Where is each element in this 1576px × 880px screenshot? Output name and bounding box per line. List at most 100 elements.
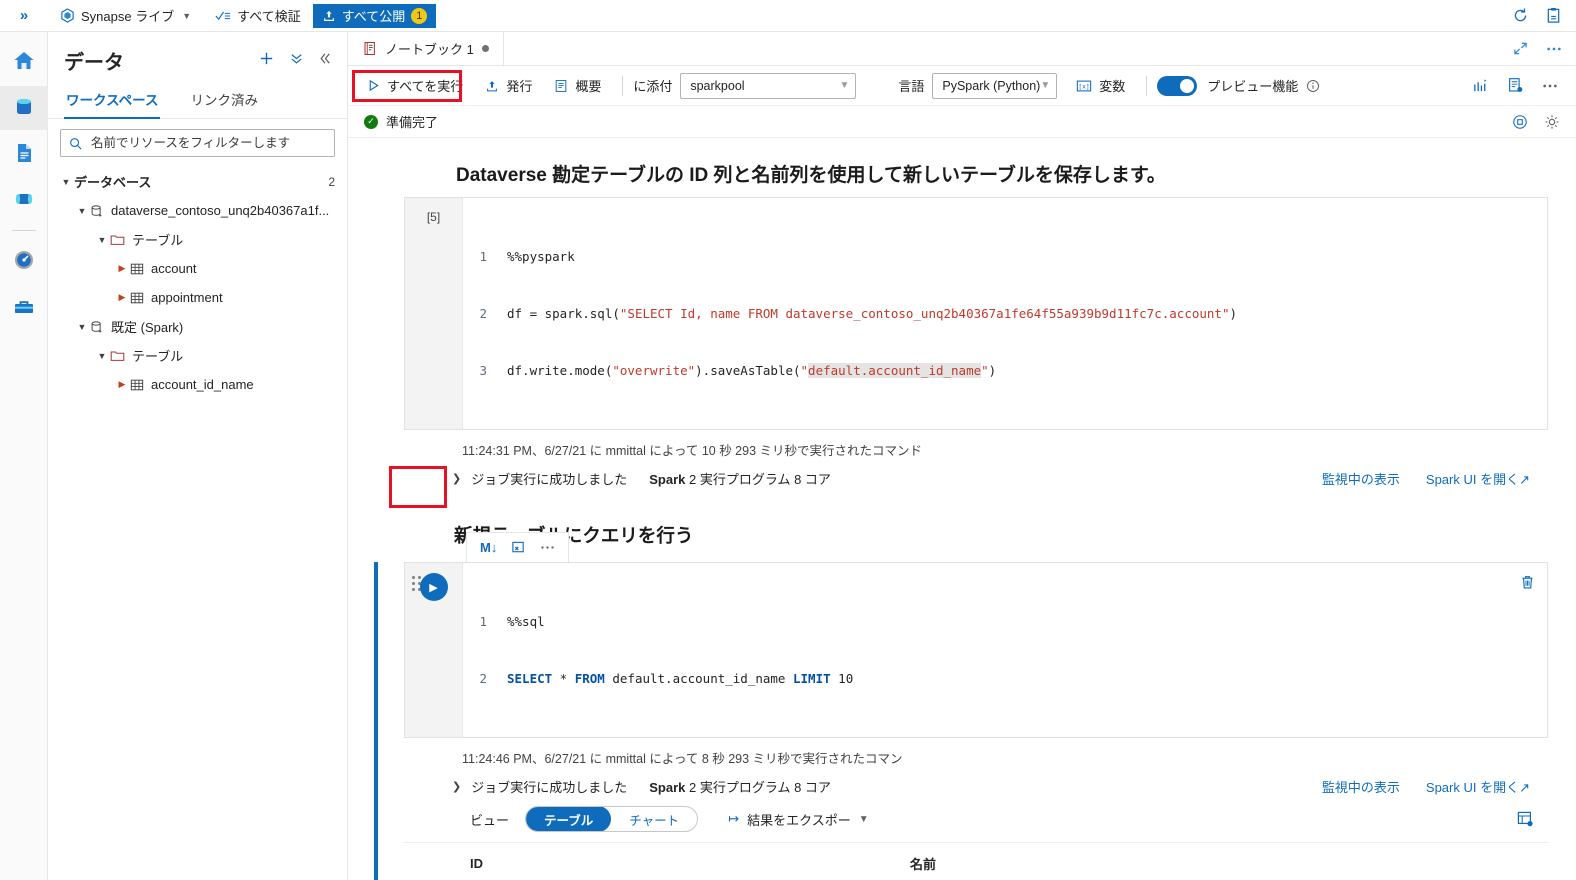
tree-node-dataverse-db[interactable]: ▼ dataverse_contoso_unq2b40367a1f... <box>48 196 347 225</box>
outline-button[interactable]: 概要 <box>543 72 612 100</box>
cell-code-content[interactable]: 1 %%pyspark 2 df = spark.sql("SELECT Id,… <box>463 198 1547 429</box>
plus-icon[interactable] <box>258 50 275 72</box>
publish-button[interactable]: 発行 <box>474 72 543 100</box>
chevron-down-icon: ▼ <box>858 813 869 825</box>
toolbar-divider <box>1146 75 1148 96</box>
tree-node-appointment[interactable]: ▶ appointment <box>48 283 347 312</box>
tab-workspace[interactable]: ワークスペース <box>64 81 161 119</box>
chevron-collapsed-icon: ▶ <box>118 263 126 273</box>
tree-node-label: account_id_name <box>151 377 254 392</box>
preview-features-toggle[interactable] <box>1157 75 1198 96</box>
tree-node-databases[interactable]: ▼ データベース 2 <box>48 167 347 196</box>
ellipsis-icon[interactable] <box>1542 83 1558 89</box>
chevron-down-icon: ▼ <box>839 80 850 91</box>
open-spark-ui-label: Spark UI を開く <box>1425 472 1520 487</box>
chevron-expanded-icon: ▼ <box>97 234 107 245</box>
expand-diagonal-icon[interactable] <box>1513 41 1528 56</box>
view-chart-option[interactable]: チャート <box>611 807 697 831</box>
run-cell-button[interactable]: ▶ <box>419 573 448 601</box>
tree-node-label: dataverse_contoso_unq2b40367a1f... <box>111 203 330 218</box>
table-icon <box>130 378 144 392</box>
job-detail-rest: 2 実行プログラム 8 コア <box>689 472 831 487</box>
tree-node-label: テーブル <box>132 233 184 248</box>
view-monitoring-link[interactable]: 監視中の表示 <box>1322 777 1400 796</box>
variables-label: 変数 <box>1099 79 1126 94</box>
tree-node-tables-folder-1[interactable]: ▼ テーブル <box>48 225 347 254</box>
refresh-icon[interactable] <box>1512 7 1529 24</box>
session-config-icon[interactable] <box>1507 77 1524 94</box>
tree-node-label: account <box>151 261 197 276</box>
chevron-right-icon[interactable]: ❯ <box>452 472 461 485</box>
ellipsis-icon[interactable] <box>1546 46 1562 52</box>
synapse-studio-window: » Synapse ライブ ▼ すべて検証 すべて公開 1 データ ワークスペー… <box>0 0 1576 880</box>
global-toolbar: » Synapse ライブ ▼ すべて検証 すべて公開 1 <box>0 0 1576 32</box>
code-text: %%sql <box>507 614 545 629</box>
variables-button[interactable]: [x] 変数 <box>1065 72 1136 100</box>
publish-all-button[interactable]: すべて公開 1 <box>312 3 437 28</box>
tab-notebook-1[interactable]: ノートブック 1 <box>348 32 504 65</box>
rail-expand-button[interactable]: » <box>0 7 48 24</box>
cell-job-status-row[interactable]: ❯ ジョブ実行に成功しました Spark 2 実行プログラム 8 コア 監視中の… <box>404 767 1548 796</box>
validate-all-button[interactable]: すべて検証 <box>203 4 313 28</box>
open-spark-ui-link[interactable]: Spark UI を開く↗ <box>1426 469 1530 488</box>
code-string-highlighted: default.account_id_name <box>808 363 982 378</box>
chevron-collapsed-icon: ▶ <box>118 379 126 389</box>
rail-item-integrate[interactable] <box>0 178 48 222</box>
notebook-area: ノートブック 1 すべてを実行 発行 概要 に添付 sparkpool ▼ 言語… <box>348 32 1576 880</box>
clipboard-icon[interactable] <box>1545 7 1562 24</box>
job-detail-rest: 2 実行プログラム 8 コア <box>689 780 831 795</box>
play-icon <box>367 79 380 92</box>
chevron-double-down-icon[interactable] <box>289 51 304 71</box>
language-select[interactable]: PySpark (Python) ▼ <box>932 72 1058 99</box>
notebook-cells: Dataverse 勘定テーブルの ID 列と名前列を使用して新しいテーブルを保… <box>348 138 1576 880</box>
unsaved-indicator <box>481 45 489 52</box>
cell-run-info: 11:24:46 PM、6/27/21 に mmittal によって 8 秒 2… <box>462 752 903 766</box>
open-spark-ui-link[interactable]: Spark UI を開く↗ <box>1426 777 1530 796</box>
view-table-option[interactable]: テーブル <box>526 807 612 831</box>
validate-all-label: すべて検証 <box>237 9 301 24</box>
outline-label: 概要 <box>575 79 602 94</box>
rail-item-manage[interactable] <box>0 285 48 329</box>
rail-item-home[interactable] <box>0 40 48 84</box>
tree-node-account[interactable]: ▶ account <box>48 254 347 283</box>
rail-item-data[interactable] <box>0 86 48 130</box>
table-settings-icon[interactable] <box>1516 810 1548 828</box>
rail-item-monitor[interactable] <box>0 239 48 283</box>
cell-code-content[interactable]: 1 %%sql 2 SELECT * FROM default.account_… <box>463 563 1547 737</box>
chevron-right-icon[interactable]: ❯ <box>452 780 461 793</box>
attach-to-select[interactable]: sparkpool ▼ <box>680 72 857 99</box>
tree-node-default-spark-db[interactable]: ▼ 既定 (Spark) <box>48 312 347 341</box>
tree-node-label: 既定 (Spark) <box>111 320 184 335</box>
trash-icon[interactable] <box>1519 574 1536 594</box>
markdown-convert-icon[interactable]: M↓ <box>480 540 497 555</box>
synapse-live-selector[interactable]: Synapse ライブ ▼ <box>48 4 203 28</box>
resource-filter[interactable] <box>60 129 335 157</box>
results-table: ID 名前 34898fe3-a0b7-eb11-8236-000d... Ti… <box>450 843 1548 880</box>
tree-node-tables-folder-2[interactable]: ▼ テーブル <box>48 341 347 370</box>
ellipsis-icon[interactable] <box>540 545 555 550</box>
sql-keyword: FROM <box>574 671 605 686</box>
document-icon <box>11 140 37 169</box>
chevron-double-left-icon[interactable] <box>318 51 333 71</box>
stop-session-icon[interactable] <box>1512 114 1528 130</box>
spark-monitor-icon[interactable] <box>1472 77 1489 94</box>
code-cell-1[interactable]: [5] 1 %%pyspark 2 df = spark.sql("SELECT… <box>404 197 1548 488</box>
column-header-name[interactable]: 名前 <box>890 843 1548 880</box>
view-monitoring-link[interactable]: 監視中の表示 <box>1322 469 1400 488</box>
export-results-button[interactable]: ↦ 結果をエクスポー ▼ <box>728 810 868 829</box>
column-header-id[interactable]: ID <box>450 843 890 880</box>
chevron-expanded-icon: ▼ <box>97 350 107 361</box>
cell-job-status-row[interactable]: ❯ ジョブ実行に成功しました Spark 2 実行プログラム 8 コア 監視中の… <box>404 459 1548 488</box>
tab-linked[interactable]: リンク済み <box>188 81 260 118</box>
clear-output-icon[interactable] <box>511 540 526 555</box>
rail-item-develop[interactable] <box>0 132 48 176</box>
search-input[interactable] <box>89 135 326 151</box>
info-icon[interactable] <box>1306 79 1320 93</box>
code-string: " <box>800 363 809 378</box>
code-cell-2[interactable]: M↓ ▶ 1 %%sql 2 SELECT * FROM default.acc… <box>374 532 1548 880</box>
run-all-button[interactable]: すべてを実行 <box>356 72 474 100</box>
gear-icon[interactable] <box>1544 114 1560 130</box>
code-text: default.account_id_name <box>604 671 793 686</box>
tree-node-account-id-name[interactable]: ▶ account_id_name <box>48 370 347 399</box>
drag-handle-icon[interactable] <box>412 576 421 591</box>
